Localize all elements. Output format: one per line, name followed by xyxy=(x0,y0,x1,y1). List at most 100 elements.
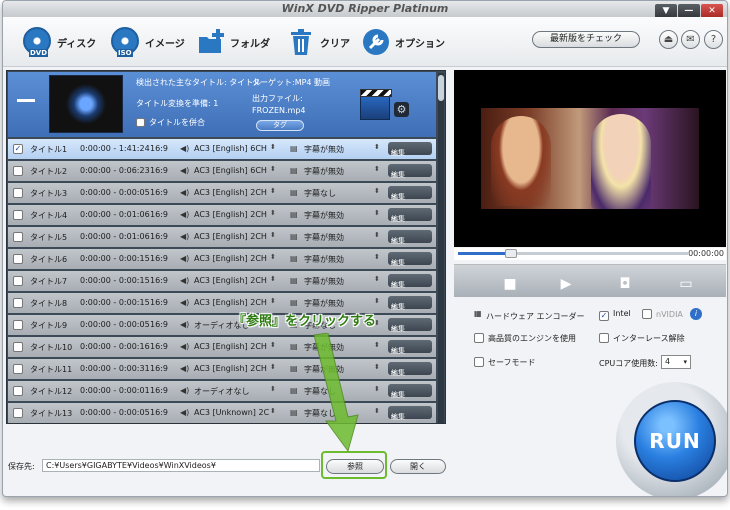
merge-checkbox[interactable] xyxy=(136,118,145,127)
seek-handle[interactable] xyxy=(504,249,517,258)
row-checkbox[interactable] xyxy=(13,342,23,352)
safe-mode-option[interactable]: セーフモード xyxy=(474,357,536,368)
row-subtitle[interactable]: 字幕が無効 xyxy=(304,210,344,221)
scroll-thumb[interactable] xyxy=(438,75,444,101)
row-checkbox[interactable] xyxy=(13,166,23,176)
audio-dropdown-icon[interactable]: ⬍ xyxy=(270,385,276,393)
intel-option[interactable]: ✓ Intel xyxy=(599,309,631,321)
nvidia-checkbox[interactable] xyxy=(642,309,652,319)
row-subtitle[interactable]: 字幕が無効 xyxy=(304,254,344,265)
gear-icon[interactable]: ⚙ xyxy=(394,102,409,117)
deinterlace-option[interactable]: インターレース解除 xyxy=(599,333,685,344)
cpu-core-select[interactable]: 4 ▾ xyxy=(661,355,691,369)
edit-button[interactable]: ✂ 編集 xyxy=(388,230,432,245)
subtitle-dropdown-icon[interactable]: ⬍ xyxy=(374,165,380,173)
disc-button[interactable]: DVD ディスク xyxy=(23,26,96,58)
row-audio[interactable]: AC3 [English] 6CH xyxy=(194,166,267,175)
title-row[interactable]: タイトル7 0:00:00 - 0:00:15 16:9 ◀) AC3 [English… xyxy=(8,271,436,291)
merge-option[interactable]: タイトルを併合 xyxy=(136,117,205,128)
audio-dropdown-icon[interactable]: ⬍ xyxy=(270,165,276,173)
edit-button[interactable]: ✂ 編集 xyxy=(388,142,432,157)
row-checkbox[interactable] xyxy=(13,276,23,286)
audio-dropdown-icon[interactable]: ⬍ xyxy=(270,297,276,305)
collapse-icon[interactable] xyxy=(17,99,35,102)
audio-dropdown-icon[interactable]: ⬍ xyxy=(270,275,276,283)
edit-button[interactable]: ✂ 編集 xyxy=(388,362,432,377)
audio-dropdown-icon[interactable]: ⬍ xyxy=(270,143,276,151)
row-audio[interactable]: AC3 [English] 2CH xyxy=(194,276,267,285)
audio-dropdown-icon[interactable]: ⬍ xyxy=(270,209,276,217)
list-scrollbar[interactable] xyxy=(438,73,444,423)
mail-icon[interactable]: ✉ xyxy=(681,30,700,49)
title-row[interactable]: タイトル5 0:00:00 - 0:01:06 16:9 ◀) AC3 [English… xyxy=(8,227,436,247)
folder-button[interactable]: フォルダ xyxy=(196,26,270,58)
audio-dropdown-icon[interactable]: ⬍ xyxy=(270,363,276,371)
row-checkbox[interactable] xyxy=(13,408,23,418)
row-subtitle[interactable]: 字幕が無効 xyxy=(304,166,344,177)
subtitle-dropdown-icon[interactable]: ⬍ xyxy=(374,187,380,195)
deinterlace-checkbox[interactable] xyxy=(599,333,609,343)
info-icon[interactable]: i xyxy=(690,308,702,320)
help-icon[interactable]: ? xyxy=(704,30,723,49)
row-subtitle[interactable]: 字幕が無効 xyxy=(304,232,344,243)
audio-dropdown-icon[interactable]: ⬍ xyxy=(270,341,276,349)
edit-button[interactable]: ✂ 編集 xyxy=(388,208,432,223)
tag-button[interactable]: タグ xyxy=(256,120,304,131)
title-row[interactable]: タイトル3 0:00:00 - 0:00:05 16:9 ◀) AC3 [English… xyxy=(8,183,436,203)
subtitle-dropdown-icon[interactable]: ⬍ xyxy=(374,253,380,261)
audio-dropdown-icon[interactable]: ⬍ xyxy=(270,231,276,239)
edit-button[interactable]: ✂ 編集 xyxy=(388,186,432,201)
row-subtitle[interactable]: 字幕なし xyxy=(304,188,336,199)
menu-dropdown-button[interactable]: ▼ xyxy=(655,4,677,18)
image-button[interactable]: ISO イメージ xyxy=(111,26,185,58)
row-audio[interactable]: AC3 [English] 2CH xyxy=(194,188,267,197)
seek-bar[interactable]: 00:00:00 xyxy=(454,248,726,260)
snapshot-icon[interactable]: ◘ xyxy=(599,273,651,296)
clapperboard-icon[interactable] xyxy=(360,89,392,120)
play-icon[interactable]: ▶ xyxy=(540,273,592,296)
close-button[interactable]: ✕ xyxy=(701,4,723,18)
row-audio[interactable]: AC3 [English] 2CH xyxy=(194,232,267,241)
option-button[interactable]: オプション xyxy=(361,26,445,58)
hq-engine-option[interactable]: 高品質のエンジンを使用 xyxy=(474,333,576,344)
stop-icon[interactable]: ■ xyxy=(484,273,536,296)
run-button[interactable]: RUN xyxy=(634,400,716,482)
subtitle-dropdown-icon[interactable]: ⬍ xyxy=(374,143,380,151)
audio-dropdown-icon[interactable]: ⬍ xyxy=(270,253,276,261)
row-checkbox[interactable] xyxy=(13,232,23,242)
open-folder-icon[interactable]: ▭ xyxy=(660,273,712,296)
hq-engine-checkbox[interactable] xyxy=(474,333,484,343)
edit-button[interactable]: ✂ 編集 xyxy=(388,406,432,421)
edit-button[interactable]: ✂ 編集 xyxy=(388,274,432,289)
title-row[interactable]: タイトル2 0:00:00 - 0:06:23 16:9 ◀) AC3 [English… xyxy=(8,161,436,181)
row-audio[interactable]: オーディオなし xyxy=(194,386,249,397)
subtitle-dropdown-icon[interactable]: ⬍ xyxy=(374,209,380,217)
edit-button[interactable]: ✂ 編集 xyxy=(388,318,432,333)
row-checkbox[interactable] xyxy=(13,320,23,330)
edit-button[interactable]: ✂ 編集 xyxy=(388,252,432,267)
intel-checkbox[interactable]: ✓ xyxy=(599,311,609,321)
audio-dropdown-icon[interactable]: ⬍ xyxy=(270,407,276,415)
row-subtitle[interactable]: 字幕が無効 xyxy=(304,144,344,155)
row-checkbox[interactable] xyxy=(13,298,23,308)
audio-dropdown-icon[interactable]: ⬍ xyxy=(270,187,276,195)
edit-button[interactable]: ✂ 編集 xyxy=(388,384,432,399)
edit-button[interactable]: ✂ 編集 xyxy=(388,296,432,311)
row-audio[interactable]: AC3 [English] 2CH xyxy=(194,298,267,307)
row-checkbox[interactable] xyxy=(13,386,23,396)
save-path-field[interactable]: C:¥Users¥GIGABYTE¥Videos¥WinXVideos¥ xyxy=(42,459,320,472)
safe-mode-checkbox[interactable] xyxy=(474,357,484,367)
row-audio[interactable]: AC3 [English] 6CH xyxy=(194,144,267,153)
subtitle-dropdown-icon[interactable]: ⬍ xyxy=(374,297,380,305)
row-audio[interactable]: AC3 [English] 2CH xyxy=(194,210,267,219)
row-checkbox[interactable] xyxy=(13,364,23,374)
row-audio[interactable]: AC3 [English] 2CH xyxy=(194,254,267,263)
row-checkbox[interactable] xyxy=(13,254,23,264)
account-icon[interactable]: ⏏ xyxy=(659,30,678,49)
title-row[interactable]: タイトル4 0:00:00 - 0:01:06 16:9 ◀) AC3 [English… xyxy=(8,205,436,225)
edit-button[interactable]: ✂ 編集 xyxy=(388,340,432,355)
subtitle-dropdown-icon[interactable]: ⬍ xyxy=(374,275,380,283)
row-audio[interactable]: AC3 [English] 2CH xyxy=(194,364,267,373)
row-checkbox[interactable]: ✓ xyxy=(13,144,23,154)
nvidia-option[interactable]: nVIDIA xyxy=(642,309,683,319)
